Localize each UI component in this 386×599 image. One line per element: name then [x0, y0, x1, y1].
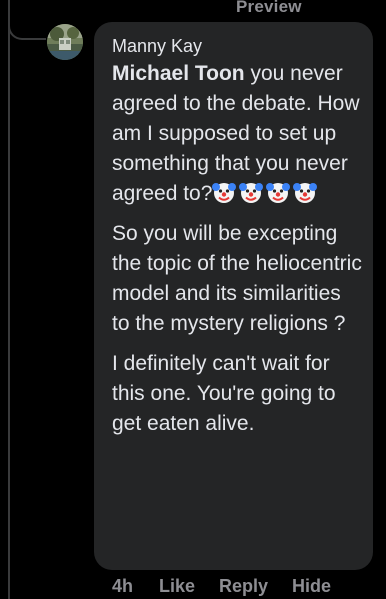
- thread-branch-connector: [8, 0, 46, 40]
- comment-paragraph-1: Michael Toon you never agreed to the deb…: [112, 59, 363, 209]
- comment-paragraph-3: I definitely can't wait for this one. Yo…: [112, 352, 336, 435]
- hide-button[interactable]: Hide: [292, 576, 331, 597]
- clown-face-emoji-icon: [266, 183, 291, 203]
- mention-link[interactable]: Michael Toon: [112, 62, 245, 85]
- avatar[interactable]: [47, 24, 83, 60]
- comment-bubble: Manny Kay Michael Toon you never agreed …: [94, 22, 373, 570]
- comment-thread-screen: Preview Manny Kay Michael Toon you never…: [0, 0, 386, 599]
- clown-face-emoji-icon: [212, 183, 237, 203]
- preview-link[interactable]: Preview: [236, 0, 302, 17]
- comment-timestamp[interactable]: 4h: [112, 576, 159, 597]
- comment-actions-bar: 4h Like Reply Hide: [112, 576, 331, 597]
- comment-author-name[interactable]: Manny Kay: [112, 36, 363, 56]
- avatar-photo-icon: [47, 24, 83, 60]
- clown-face-emoji-icon: [239, 183, 264, 203]
- reply-button[interactable]: Reply: [219, 576, 292, 597]
- emoji-group: [212, 182, 320, 205]
- comment-paragraph-2: So you will be excepting the topic of th…: [112, 222, 362, 335]
- thread-line: [8, 0, 10, 599]
- like-button[interactable]: Like: [159, 576, 219, 597]
- clown-face-emoji-icon: [293, 183, 318, 203]
